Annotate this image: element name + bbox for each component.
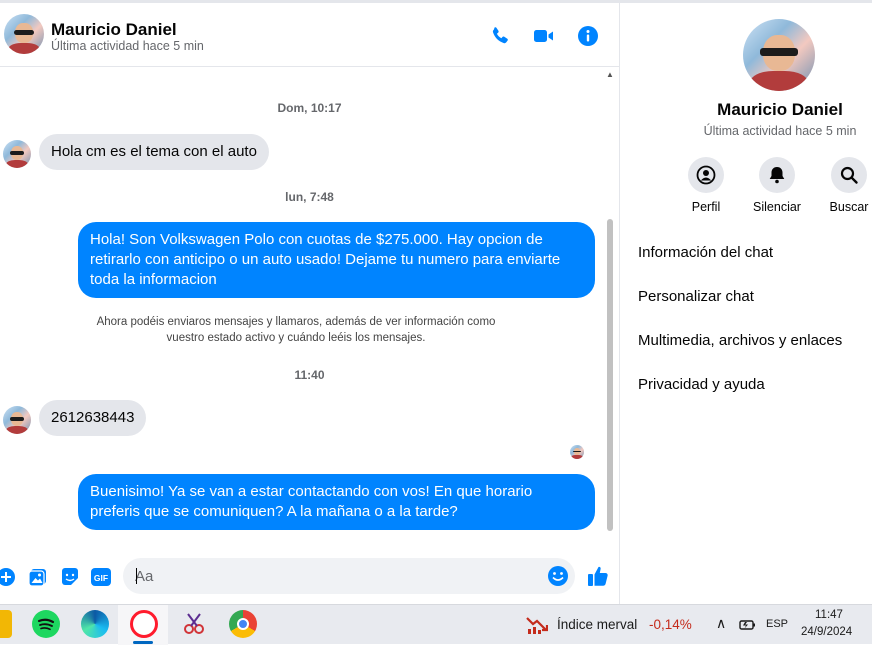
phone-icon[interactable] xyxy=(488,24,512,48)
menu-privacy-help[interactable]: Privacidad y ayuda xyxy=(638,376,765,393)
info-contact-name: Mauricio Daniel xyxy=(717,100,843,119)
gif-icon[interactable]: GIF xyxy=(91,567,111,587)
emoji-icon[interactable] xyxy=(547,565,569,587)
scroll-thumb[interactable] xyxy=(607,219,613,531)
contact-name[interactable]: Mauricio Daniel xyxy=(51,20,177,40)
profile-action[interactable]: Perfil xyxy=(676,157,736,214)
chevron-up-icon[interactable]: ∧ xyxy=(716,615,726,632)
scroll-up-arrow-icon[interactable]: ▲ xyxy=(606,71,614,79)
plus-icon[interactable] xyxy=(0,567,16,587)
timestamp: Dom, 10:17 xyxy=(277,101,342,115)
contact-status: Última actividad hace 5 min xyxy=(51,39,204,53)
folder-icon[interactable] xyxy=(0,610,12,638)
mute-label: Silenciar xyxy=(753,200,801,214)
info-avatar[interactable] xyxy=(743,19,815,91)
info-contact-status: Última actividad hace 5 min xyxy=(703,124,857,138)
mute-action[interactable]: Silenciar xyxy=(747,157,807,214)
timestamp: lun, 7:48 xyxy=(285,190,334,204)
clock-date[interactable]: 24/9/2024 xyxy=(801,626,852,638)
message-list[interactable]: Dom, 10:17 Hola cm es el tema con el aut… xyxy=(0,67,619,545)
chat-info-panel: Mauricio Daniel Última actividad hace 5 … xyxy=(621,3,872,604)
like-icon[interactable] xyxy=(586,564,610,588)
bell-icon[interactable] xyxy=(759,157,795,193)
stock-widget-value: -0,14% xyxy=(649,617,692,632)
connection-notice: Ahora podéis enviaros mensajes y llamaro… xyxy=(96,316,496,344)
image-icon[interactable] xyxy=(28,567,48,587)
message-input[interactable] xyxy=(135,558,535,594)
profile-icon[interactable] xyxy=(688,157,724,193)
sender-avatar[interactable] xyxy=(3,406,31,434)
message-bubble-outgoing[interactable]: Hola! Son Volkswagen Polo con cuotas de … xyxy=(78,222,595,298)
chat-header: Mauricio Daniel Última actividad hace 5 … xyxy=(0,3,619,67)
message-input-wrapper[interactable] xyxy=(123,558,575,594)
search-icon[interactable] xyxy=(831,157,867,193)
search-action[interactable]: Buscar xyxy=(819,157,872,214)
stock-chart-icon[interactable] xyxy=(526,615,549,635)
messenger-window: Mauricio Daniel Última actividad hace 5 … xyxy=(0,0,872,604)
edge-icon[interactable] xyxy=(81,610,109,638)
wifi-icon[interactable] xyxy=(742,627,756,639)
sticker-icon[interactable] xyxy=(60,567,80,587)
info-icon[interactable] xyxy=(576,24,600,48)
chrome-icon[interactable] xyxy=(229,610,257,638)
stock-widget-label[interactable]: Índice merval xyxy=(557,617,637,632)
chat-panel: Mauricio Daniel Última actividad hace 5 … xyxy=(0,3,620,604)
timestamp: 11:40 xyxy=(294,368,325,382)
message-bubble-incoming[interactable]: Hola cm es el tema con el auto xyxy=(39,134,269,170)
menu-media-files-links[interactable]: Multimedia, archivos y enlaces xyxy=(638,332,842,349)
message-bubble-incoming[interactable]: 2612638443 xyxy=(39,400,147,436)
scrollbar[interactable]: ▲ xyxy=(606,71,614,545)
snipping-tool-icon[interactable] xyxy=(180,610,208,638)
clock-time[interactable]: 11:47 xyxy=(815,609,843,621)
language-indicator[interactable]: ESP xyxy=(766,618,788,630)
opera-icon[interactable] xyxy=(130,610,158,638)
contact-avatar[interactable] xyxy=(4,14,44,54)
spotify-icon[interactable] xyxy=(32,610,60,638)
seen-indicator-avatar xyxy=(570,445,584,459)
svg-text:GIF: GIF xyxy=(94,573,108,583)
taskbar: Índice merval -0,14% ∧ ESP 11:47 24/9/20… xyxy=(0,604,872,645)
menu-chat-info[interactable]: Información del chat xyxy=(638,244,773,261)
profile-label: Perfil xyxy=(691,200,721,214)
menu-customize-chat[interactable]: Personalizar chat xyxy=(638,288,754,305)
search-label: Buscar xyxy=(829,200,869,214)
sender-avatar[interactable] xyxy=(3,140,31,168)
text-caret xyxy=(136,568,137,584)
composer: GIF xyxy=(0,548,619,604)
video-icon[interactable] xyxy=(532,24,556,48)
message-bubble-outgoing[interactable]: Buenisimo! Ya se van a estar contactando… xyxy=(78,474,595,530)
